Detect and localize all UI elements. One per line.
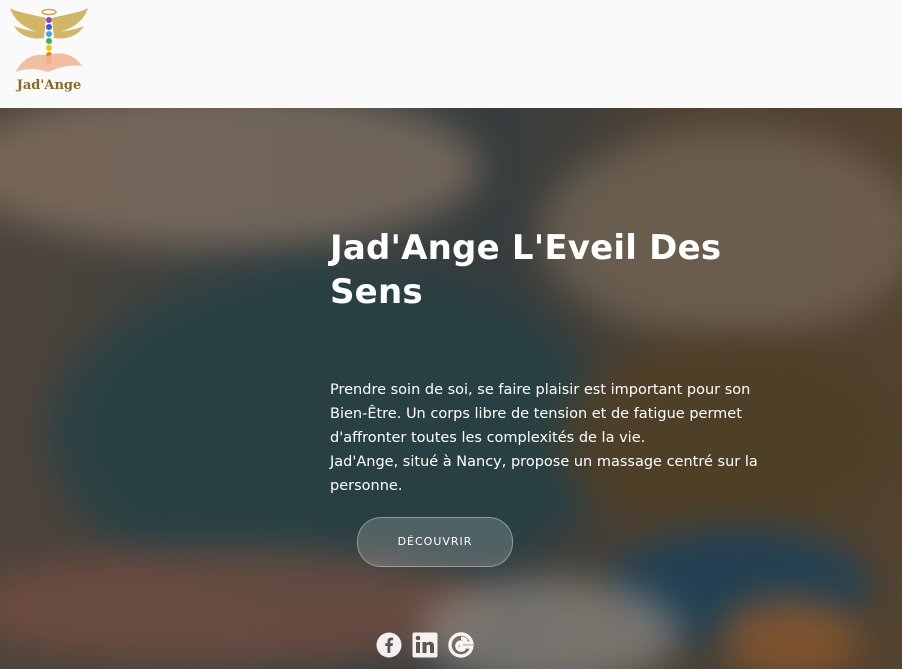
logo-angel-wings-icon [10,8,88,72]
hero-title: Jad'Ange L'Eveil Des Sens [330,228,722,312]
hero-section: Jad'Ange L'Eveil Des Sens Prendre soin d… [0,108,902,669]
facebook-icon[interactable] [376,632,402,658]
logo[interactable]: Jad'Ange [8,6,90,98]
linkedin-icon[interactable] [412,632,438,658]
discover-button-label: DÉCOUVRIR [397,535,473,548]
social-links [376,632,474,658]
google-icon[interactable] [448,632,474,658]
hero-content: Jad'Ange L'Eveil Des Sens Prendre soin d… [330,226,790,498]
hero-paragraph-2: Jad'Ange, situé à Nancy, propose un mass… [330,454,758,494]
hero-paragraph-1: Prendre soin de soi, se faire plaisir es… [330,382,751,446]
site-header: Jad'Ange [0,0,902,108]
logo-text: Jad'Ange [16,78,82,93]
hero-description: Prendre soin de soi, se faire plaisir es… [330,378,790,498]
discover-button[interactable]: DÉCOUVRIR [357,512,513,572]
